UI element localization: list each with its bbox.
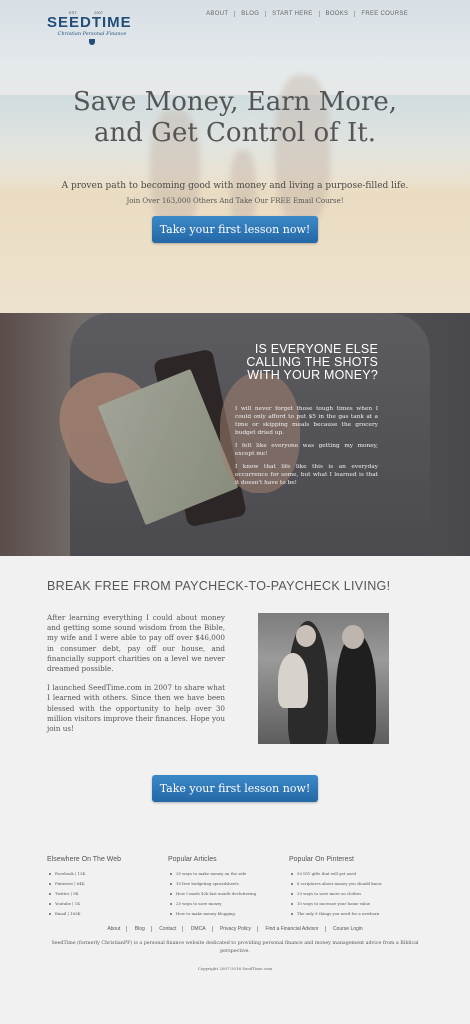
- hero-lead: A proven path to becoming good with mone…: [61, 181, 409, 191]
- nav-item-books[interactable]: BOOKS: [320, 11, 356, 17]
- footer-link[interactable]: 20 ways to save more on clothes: [291, 889, 382, 899]
- footer-link[interactable]: Facebook | 13K: [48, 869, 121, 879]
- hero-title: Save Money, Earn More, and Get Control o…: [0, 87, 470, 149]
- nav-item-start-here[interactable]: START HERE: [266, 11, 320, 17]
- wallet-copy: I will never forget those tough times wh…: [235, 405, 378, 492]
- family-photo-person: [278, 653, 308, 708]
- footer-link[interactable]: 10 ways to increase your home value: [291, 899, 382, 909]
- footer-column-title: Popular Articles: [168, 856, 217, 863]
- hero-overlay: [0, 0, 470, 313]
- hero-title-line2: and Get Control of It.: [94, 118, 376, 148]
- logo-tagline: Christian Personal Finance: [57, 31, 127, 37]
- logo-brand: SEEDTIME: [47, 14, 132, 31]
- wallet-paragraph: I will never forget those tough times wh…: [235, 406, 378, 436]
- footer-link-privacy[interactable]: Privacy Policy: [213, 926, 259, 932]
- wallet-paragraph: I felt like everyone was getting my mone…: [235, 443, 378, 457]
- main-nav: ABOUT BLOG START HERE BOOKS FREE COURSE: [200, 11, 414, 17]
- footer-link-about[interactable]: About: [101, 926, 128, 932]
- family-photo-person: [336, 633, 376, 744]
- footer-link-blog[interactable]: Blog: [128, 926, 152, 932]
- footer-links: About Blog Contact DMCA Privacy Policy F…: [0, 926, 470, 932]
- footer-column-pinterest: Popular On Pinterest 50 DIY gifts that w…: [289, 856, 382, 919]
- site-logo[interactable]: EST. 2007 SEEDTIME Christian Personal Fi…: [47, 10, 137, 45]
- footer-link[interactable]: How I made $2k last month decluttering: [169, 889, 256, 899]
- footer-link[interactable]: Pinterest | 64K: [48, 879, 121, 889]
- story-heading: BREAK FREE FROM PAYCHECK-TO-PAYCHECK LIV…: [47, 579, 391, 593]
- wallet-heading: IS EVERYONE ELSE CALLING THE SHOTS WITH …: [218, 343, 378, 382]
- story-paragraph: I launched SeedTime.com in 2007 to share…: [47, 683, 225, 734]
- wallet-heading-line3: WITH YOUR MONEY?: [247, 368, 378, 382]
- footer-copyright: Copyright 2007-2016 SeedTime.com: [197, 966, 273, 971]
- hero-join-text: Join Over 163,000 Others And Take Our FR…: [126, 197, 344, 205]
- shield-icon: [89, 39, 95, 45]
- family-photo: [258, 613, 389, 744]
- footer-link[interactable]: Email | 163K: [48, 909, 121, 919]
- footer-link[interactable]: How to make money blogging: [169, 909, 256, 919]
- wallet-heading-line2: CALLING THE SHOTS: [246, 355, 378, 369]
- hero-section: EST. 2007 SEEDTIME Christian Personal Fi…: [0, 0, 470, 313]
- family-photo-person: [296, 625, 316, 647]
- footer-link[interactable]: 10 free budgeting spreadsheets: [169, 879, 256, 889]
- footer-link-dmca[interactable]: DMCA: [184, 926, 213, 932]
- footer-link[interactable]: 8 scriptures about money you should know: [291, 879, 382, 889]
- footer-link[interactable]: Twitter | 9K: [48, 889, 121, 899]
- hero-cta-button[interactable]: Take your first lesson now!: [152, 216, 318, 243]
- site-footer: Elsewhere On The Web Facebook | 13K Pint…: [0, 836, 470, 1024]
- story-text: After learning everything I could about …: [47, 613, 225, 743]
- footer-list: 50 DIY gifts that will get used 8 script…: [289, 869, 382, 919]
- footer-link[interactable]: 50 DIY gifts that will get used: [291, 869, 382, 879]
- footer-list: 35 ways to make money on the side 10 fre…: [168, 869, 256, 919]
- wallet-heading-line1: IS EVERYONE ELSE: [254, 342, 378, 356]
- footer-column-social: Elsewhere On The Web Facebook | 13K Pint…: [47, 856, 121, 919]
- nav-item-blog[interactable]: BLOG: [235, 11, 267, 17]
- footer-link-course-login[interactable]: Course Login: [327, 926, 369, 932]
- story-section: BREAK FREE FROM PAYCHECK-TO-PAYCHECK LIV…: [0, 556, 470, 836]
- footer-link-contact[interactable]: Contact: [153, 926, 184, 932]
- footer-link-advisor[interactable]: Find a Financial Advisor: [259, 926, 326, 932]
- footer-link[interactable]: 35 ways to make money on the side: [169, 869, 256, 879]
- footer-link[interactable]: 25 ways to save money: [169, 899, 256, 909]
- footer-column-title: Popular On Pinterest: [289, 856, 354, 863]
- logo-shield-row: [47, 39, 137, 45]
- footer-column-title: Elsewhere On The Web: [47, 856, 122, 863]
- hero-title-line1: Save Money, Earn More,: [72, 87, 398, 117]
- footer-link[interactable]: The only 8 things you need for a newborn: [291, 909, 382, 919]
- wallet-section: IS EVERYONE ELSE CALLING THE SHOTS WITH …: [0, 313, 470, 556]
- wallet-paragraph: I know that life like this is an everyda…: [235, 464, 378, 486]
- footer-description: SeedTime (formerly ChristianPF) is a per…: [51, 941, 419, 954]
- footer-column-articles: Popular Articles 35 ways to make money o…: [168, 856, 256, 919]
- story-cta-button[interactable]: Take your first lesson now!: [152, 775, 318, 802]
- footer-list: Facebook | 13K Pinterest | 64K Twitter |…: [47, 869, 121, 919]
- nav-item-about[interactable]: ABOUT: [200, 11, 236, 17]
- story-paragraph: After learning everything I could about …: [47, 613, 225, 674]
- footer-link[interactable]: Youtube | 1K: [48, 899, 121, 909]
- family-photo-person: [342, 625, 364, 649]
- nav-item-free-course[interactable]: FREE COURSE: [355, 11, 414, 17]
